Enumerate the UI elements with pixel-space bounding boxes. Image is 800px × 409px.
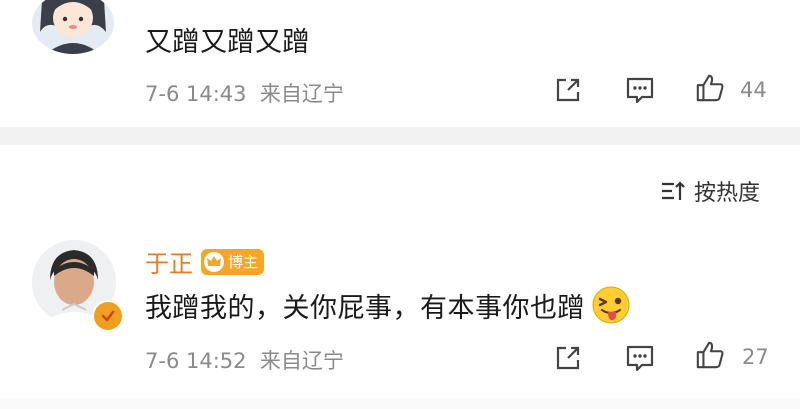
thumbs-up-icon	[696, 341, 724, 369]
share-button[interactable]	[553, 75, 583, 105]
sort-icon	[662, 181, 685, 200]
badge-label: 博主	[228, 253, 259, 271]
tongue-wink-emoji	[592, 286, 630, 324]
comment-header: 于正 博主	[145, 244, 265, 279]
share-button[interactable]	[553, 343, 583, 373]
like-count: 27	[742, 345, 769, 369]
blogger-badge: 博主	[201, 248, 265, 275]
comment-meta: 7-6 14:52 来自辽宁	[145, 345, 344, 375]
like-button[interactable]	[695, 73, 725, 103]
comment-icon	[626, 77, 654, 104]
comment-icon	[626, 345, 654, 372]
comment-button[interactable]	[625, 75, 655, 105]
comment-time: 7-6 14:43	[145, 82, 247, 106]
comment-body: 我蹭我的，关你屁事，有本事你也蹭	[145, 285, 631, 325]
avatar-illustration	[32, 0, 114, 54]
thumbs-up-icon	[696, 74, 724, 102]
verified-badge-icon	[101, 310, 115, 322]
commenter-avatar[interactable]	[32, 0, 114, 54]
section-divider	[0, 127, 800, 145]
comment-location: 来自辽宁	[259, 82, 344, 106]
like-button[interactable]	[695, 340, 725, 370]
like-count: 44	[740, 78, 767, 102]
comment-button[interactable]	[625, 343, 655, 373]
verified-badge	[92, 300, 124, 332]
share-icon	[556, 78, 580, 102]
comment-location: 来自辽宁	[259, 349, 344, 373]
bottom-edge	[0, 398, 800, 409]
share-icon	[556, 346, 580, 370]
comment-text: 又蹭又蹭又蹭	[145, 27, 310, 58]
sort-toggle[interactable]: 按热度	[660, 175, 760, 207]
crown-icon	[204, 251, 224, 272]
comment-text: 我蹭我的，关你屁事，有本事你也蹭	[145, 292, 585, 324]
sort-label: 按热度	[694, 181, 761, 206]
comment-meta: 7-6 14:43 来自辽宁	[145, 78, 344, 108]
comment-time: 7-6 14:52	[145, 349, 247, 373]
username[interactable]: 于正	[145, 244, 193, 279]
